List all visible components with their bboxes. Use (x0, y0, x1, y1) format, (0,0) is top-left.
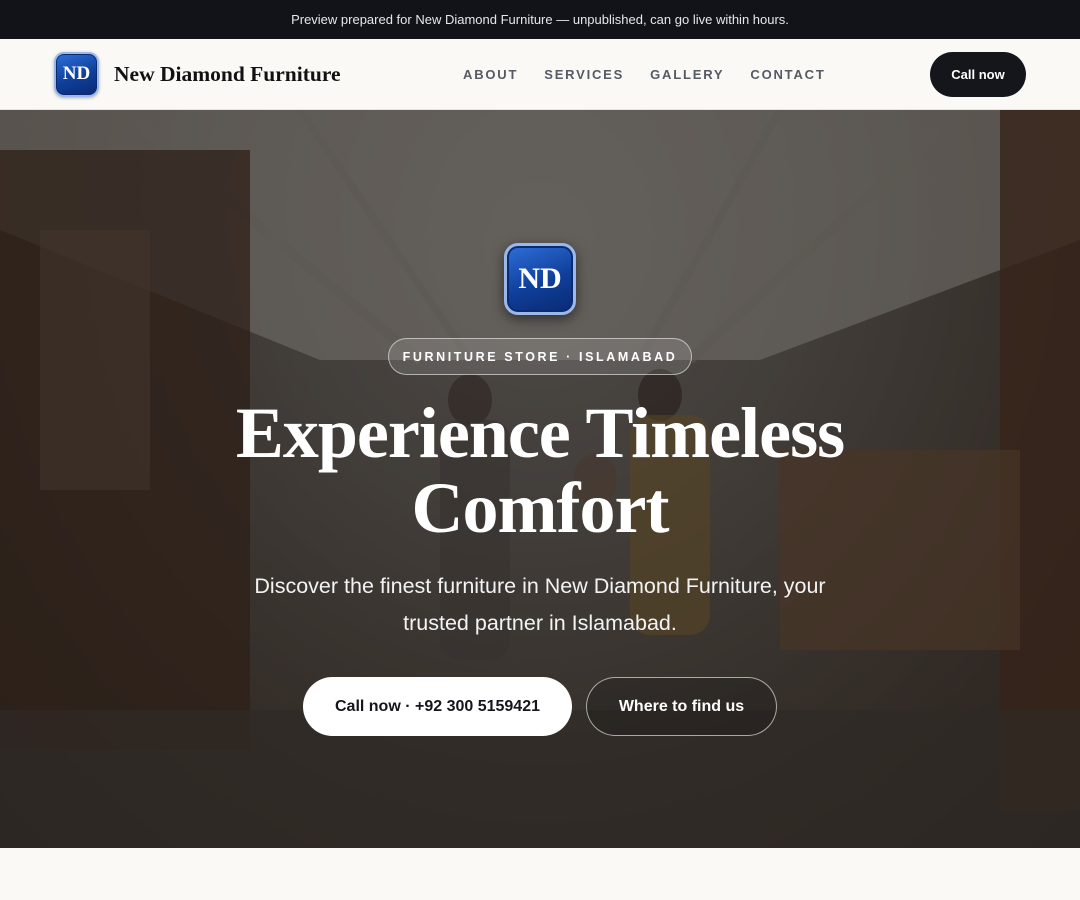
brand[interactable]: ND New Diamond Furniture (54, 51, 341, 97)
hero-logo-text: ND (518, 262, 562, 295)
brand-logo[interactable]: ND (54, 51, 99, 97)
hero-category-badge: FURNITURE STORE · ISLAMABAD (388, 338, 692, 375)
hero-title-line-1: Experience Timeless (235, 393, 845, 473)
nav-link-contact[interactable]: CONTACT (750, 67, 825, 82)
hero-call-button[interactable]: Call now · +92 300 5159421 (303, 677, 572, 736)
hero-subtitle: Discover the finest furniture in New Dia… (254, 574, 826, 635)
hero-category-text: FURNITURE STORE · ISLAMABAD (402, 349, 678, 364)
main-nav: ABOUT SERVICES GALLERY CONTACT (463, 39, 826, 109)
nav-link-services[interactable]: SERVICES (544, 67, 624, 82)
site-header: ND New Diamond Furniture ABOUT SERVICES … (0, 39, 1080, 110)
nav-link-about[interactable]: ABOUT (463, 67, 518, 82)
preview-banner-text: Preview prepared for New Diamond Furnitu… (291, 12, 789, 27)
hero-title: Experience Timeless Comfort (190, 396, 890, 546)
hero-title-line-2: Comfort (411, 468, 670, 548)
preview-banner: Preview prepared for New Diamond Furnitu… (0, 0, 1080, 39)
hero-location-button[interactable]: Where to find us (586, 677, 777, 736)
hero-logo: ND (504, 243, 576, 315)
nav-link-gallery[interactable]: GALLERY (650, 67, 724, 82)
brand-name[interactable]: New Diamond Furniture (114, 62, 341, 87)
hero-section: ND FURNITURE STORE · ISLAMABAD Experienc… (0, 110, 1080, 848)
header-call-button[interactable]: Call now (930, 52, 1026, 97)
brand-logo-text: ND (62, 63, 91, 84)
